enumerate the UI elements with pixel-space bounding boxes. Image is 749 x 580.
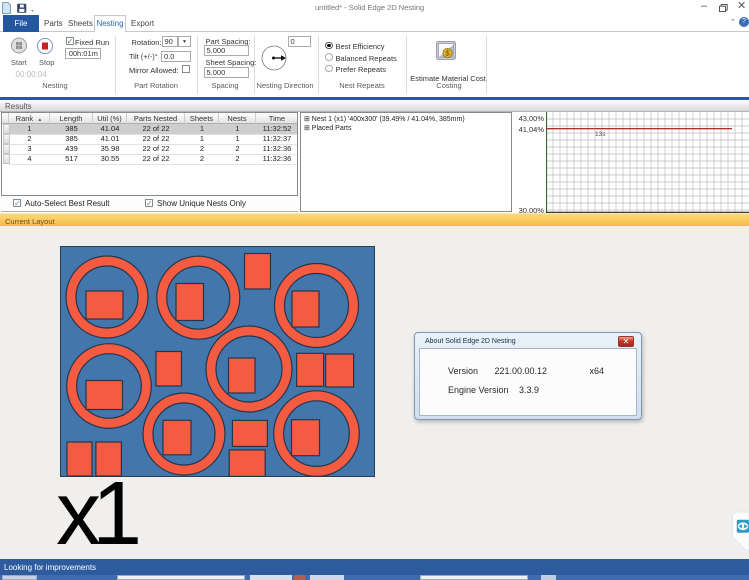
svg-text:13s: 13s <box>595 131 606 138</box>
